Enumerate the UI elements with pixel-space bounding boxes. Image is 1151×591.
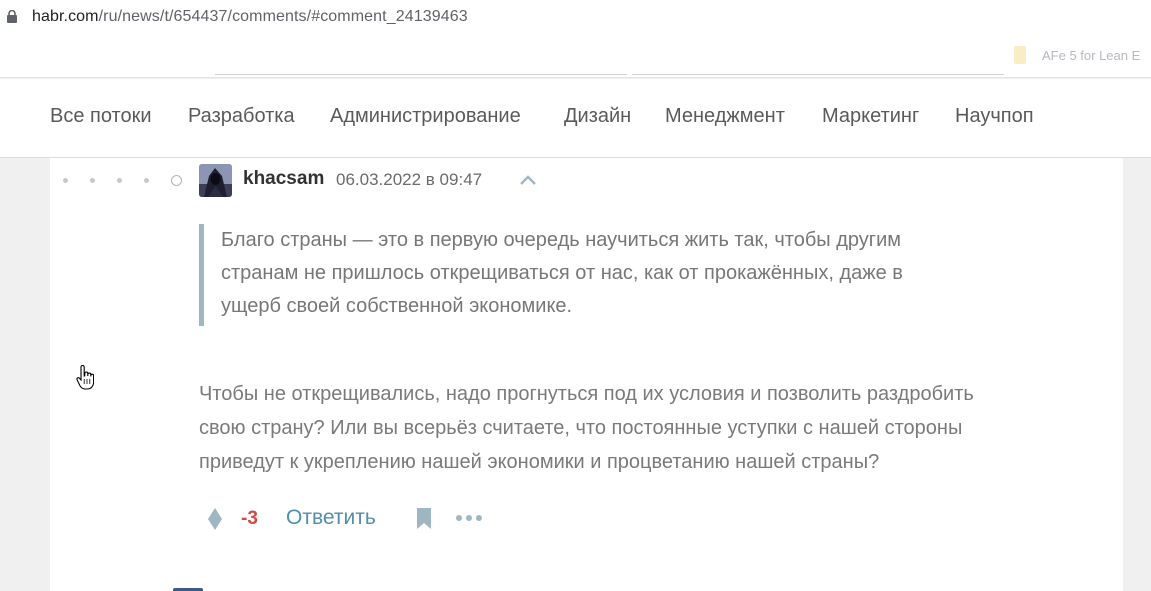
lock-icon xyxy=(7,10,17,23)
page-gutter xyxy=(1123,158,1151,591)
url-path: /ru/news/t/654437/comments/#comment_2413… xyxy=(98,8,468,25)
bookmarks-divider xyxy=(215,74,627,75)
url-domain: habr.com xyxy=(32,8,99,25)
hand-cursor-icon xyxy=(76,365,94,390)
bookmarks-bar: AFe 5 for Lean E xyxy=(0,34,1151,78)
comment-line: Чтобы не открещивались, надо прогнуться … xyxy=(199,383,974,405)
quote-line: странам не пришлось открещиваться от нас… xyxy=(221,262,903,284)
reply-button[interactable]: Ответить xyxy=(286,506,376,530)
nav-item-popsci[interactable]: Научпоп xyxy=(955,105,1034,128)
comment-timestamp[interactable]: 06.03.2022 в 09:47 xyxy=(336,170,482,190)
bookmark-favicon-icon xyxy=(1014,46,1026,64)
habr-flows-nav: Все потоки Разработка Администрирование … xyxy=(0,79,1151,158)
vote-diamond-icon[interactable] xyxy=(207,507,223,531)
comment-author[interactable]: khacsam xyxy=(243,168,324,190)
url-text[interactable]: habr.com/ru/news/t/654437/comments/#comm… xyxy=(32,8,468,26)
nav-item-marketing[interactable]: Маркетинг xyxy=(822,105,919,128)
avatar-image xyxy=(199,164,232,197)
thread-dot xyxy=(63,177,68,183)
quoted-text: Благо страны — это в первую очередь науч… xyxy=(199,224,1099,326)
browser-address-bar[interactable]: habr.com/ru/news/t/654437/comments/#comm… xyxy=(0,0,1151,34)
comment-score: -3 xyxy=(241,508,258,529)
quote-line: ущерб своей собственной экономике. xyxy=(221,295,573,317)
avatar[interactable] xyxy=(199,164,232,197)
bookmark-icon[interactable] xyxy=(416,507,432,530)
comment-body: Чтобы не открещивались, надо прогнуться … xyxy=(199,377,1104,479)
thread-dot xyxy=(144,177,149,183)
nav-item-administration[interactable]: Администрирование xyxy=(330,105,521,128)
comment-line: приведут к укреплению нашей экономики и … xyxy=(199,451,880,473)
bookmarks-divider xyxy=(632,74,1004,75)
thread-dot-current[interactable] xyxy=(171,174,182,186)
nav-item-management[interactable]: Менеджмент xyxy=(665,105,785,128)
nav-item-development[interactable]: Разработка xyxy=(188,105,295,128)
thread-dot xyxy=(90,177,95,183)
nav-item-design[interactable]: Дизайн xyxy=(564,105,631,128)
comment-line: свою страну? Или вы всерьёз считаете, чт… xyxy=(199,417,963,439)
thread-dot xyxy=(117,177,122,183)
nav-item-all-flows[interactable]: Все потоки xyxy=(50,105,152,128)
thread-depth-indicator xyxy=(63,174,182,186)
quote-line: Благо страны — это в первую очередь науч… xyxy=(221,229,901,251)
bookmark-item[interactable]: AFe 5 for Lean E xyxy=(1042,48,1140,63)
more-dots-icon[interactable] xyxy=(455,514,483,522)
chevron-up-icon[interactable] xyxy=(518,173,538,187)
